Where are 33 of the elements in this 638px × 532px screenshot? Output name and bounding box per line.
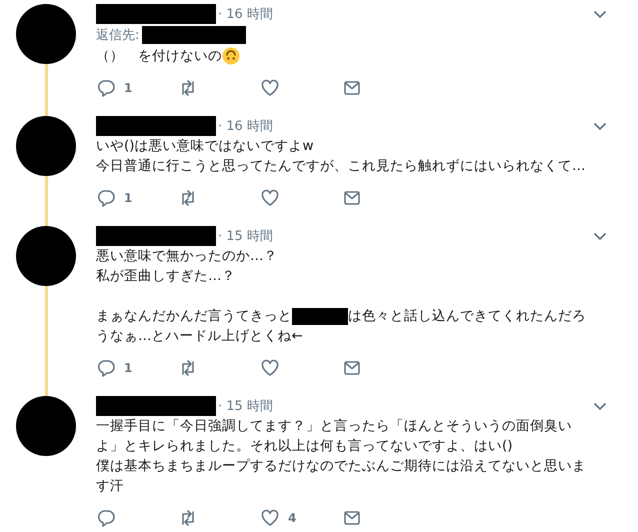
- tweet-text: 悪い意味で無かったのか…？: [96, 248, 278, 264]
- reply-icon[interactable]: [96, 78, 116, 98]
- tweet-text: まぁなんだかんだ言うてきっと: [96, 308, 292, 324]
- heart-icon[interactable]: [260, 188, 280, 208]
- tweet-text: いや()は悪い意味ではないですよw: [96, 138, 314, 154]
- heart-icon[interactable]: [260, 508, 280, 528]
- upside-down-face-icon: [222, 47, 240, 66]
- tweet-text: うなぁ…とハードル上げとくね←: [96, 328, 303, 344]
- reply-icon[interactable]: [96, 508, 116, 528]
- envelope-icon[interactable]: [342, 508, 362, 528]
- count: 1: [124, 191, 132, 205]
- reply-icon[interactable]: [96, 358, 116, 378]
- tweet-text: 私が歪曲しすぎた…？: [96, 268, 236, 284]
- tweet-text: 一握手目に「今日強調してます？」と言ったら「ほんとそういうの面倒臭いよ」とキレられました。それ以上は何も言ってないですよ、はい(): [96, 418, 572, 454]
- tweet-text: 僕は基本ちまちまループするだけなのでたぶんご期待には沿えてないと思います汗: [96, 458, 586, 494]
- envelope-icon[interactable]: [342, 358, 362, 378]
- envelope-icon[interactable]: [342, 78, 362, 98]
- timestamp[interactable]: · 15 時間: [218, 227, 273, 245]
- tweet-text: （） を付けないの: [96, 48, 222, 64]
- heart-icon[interactable]: [260, 78, 280, 98]
- envelope-icon[interactable]: [342, 188, 362, 208]
- tweet-text: 今日普通に行こうと思ってたんですが、これ見たら触れずにはいられなくて…: [96, 158, 586, 174]
- reply-to-label: 返信先:: [96, 27, 140, 44]
- reply-icon[interactable]: [96, 188, 116, 208]
- timestamp[interactable]: · 16 時間: [218, 117, 273, 135]
- heart-icon[interactable]: [260, 358, 280, 378]
- tweet-text: は色々と話し込んできてくれたんだろ: [348, 308, 586, 324]
- count: 1: [124, 81, 132, 95]
- count: 4: [288, 511, 296, 525]
- timestamp[interactable]: · 16 時間: [218, 5, 273, 23]
- timestamp[interactable]: · 15 時間: [218, 397, 273, 415]
- count: 1: [124, 361, 132, 375]
- redaction-bar: [292, 308, 348, 325]
